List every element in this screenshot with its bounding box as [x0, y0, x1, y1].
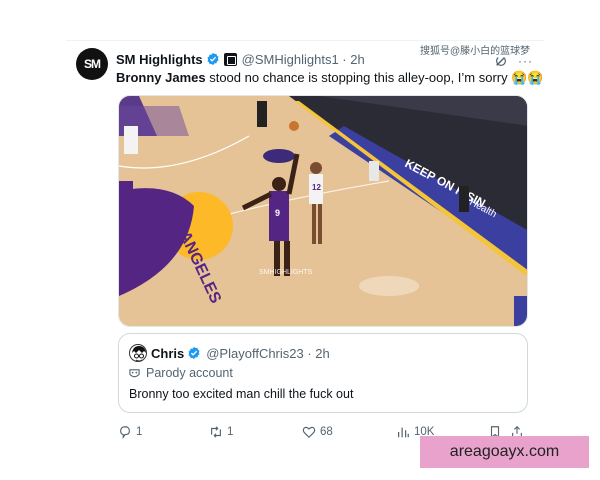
reply-button[interactable]: 1	[118, 423, 142, 441]
video-watermark: SMHIGHLIGHTS	[259, 269, 313, 276]
like-button[interactable]: 68	[302, 423, 333, 441]
tweet-header: SM Highlights @SMHighlights1 · 2h	[116, 50, 365, 68]
heart-icon	[302, 426, 316, 439]
reply-count: 1	[136, 426, 143, 438]
grok-icon[interactable]	[494, 54, 508, 68]
divider	[66, 40, 544, 41]
verified-badge-icon	[207, 52, 219, 66]
author-name[interactable]: SM Highlights	[116, 52, 203, 67]
player-number-2: 12	[312, 183, 321, 192]
reply-icon	[120, 426, 130, 439]
avatar-text: SM	[84, 57, 101, 71]
quote-text: Bronny too excited man chill the fuck ou…	[129, 387, 354, 401]
player-number-1: 9	[275, 208, 280, 218]
tweet-text: Bronny James stood no chance is stopping…	[116, 70, 544, 86]
retweet-count: 1	[227, 426, 234, 438]
quote-avatar[interactable]	[129, 344, 147, 362]
quote-author-handle-time[interactable]: @PlayoffChris23 · 2h	[206, 346, 330, 361]
retweet-button[interactable]: 1	[209, 423, 233, 441]
parody-label: Parody account	[129, 365, 233, 381]
analytics-icon	[398, 427, 409, 438]
parody-mask-icon	[129, 368, 140, 377]
quote-avatar-face-icon	[132, 346, 146, 361]
more-options-icon[interactable]: ···	[518, 54, 533, 68]
retweet-icon	[211, 426, 221, 438]
like-count: 68	[320, 426, 333, 438]
site-watermark-badge: areagoayx.com	[420, 436, 589, 468]
watermark-text: 搜狐号@滕小白的篮球梦	[420, 46, 531, 57]
quote-tweet[interactable]: Chris @PlayoffChris23 · 2h Parody accoun…	[118, 333, 528, 413]
author-handle-time[interactable]: @SMHighlights1 · 2h	[242, 52, 365, 67]
tweet-text-rest: stood no chance is stopping this alley-o…	[205, 70, 544, 85]
quote-header: Chris @PlayoffChris23 · 2h	[151, 344, 330, 362]
basketball-video-frame: KEEP ON RISIN Health LOS ANGELES LAKERS …	[119, 96, 527, 326]
mention-bold: Bronny James	[116, 70, 206, 85]
tweet[interactable]: SM SM Highlights @SMHighlights1 · 2h 搜狐号…	[66, 40, 544, 448]
parody-label-text: Parody account	[146, 366, 233, 380]
quote-author-name[interactable]: Chris	[151, 346, 184, 361]
tweet-media[interactable]: KEEP ON RISIN Health LOS ANGELES LAKERS …	[118, 95, 528, 327]
affiliate-badge-icon	[223, 52, 237, 66]
avatar[interactable]: SM	[76, 48, 108, 80]
verified-badge-icon	[188, 346, 200, 360]
